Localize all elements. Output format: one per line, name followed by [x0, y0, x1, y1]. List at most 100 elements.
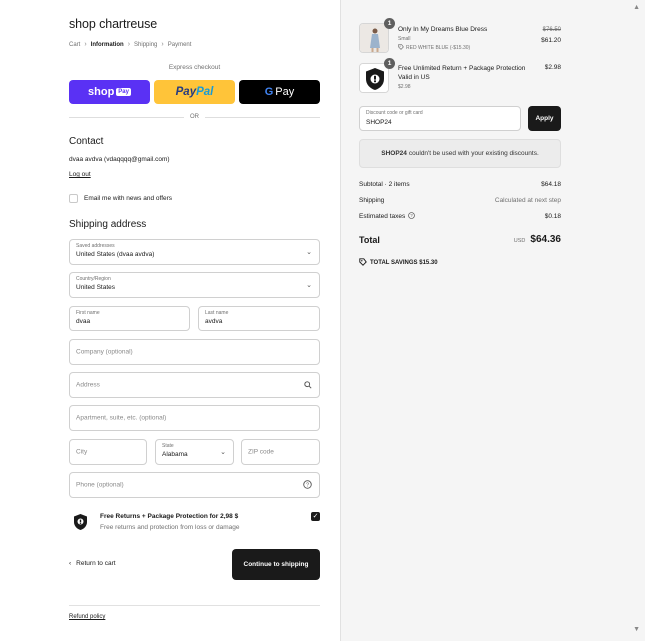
express-checkout-label: Express checkout	[168, 64, 221, 71]
breadcrumb-cart[interactable]: Cart	[69, 42, 80, 48]
chevron-right-icon: ›	[84, 41, 87, 48]
product-thumbnail-protection	[359, 63, 389, 93]
total-savings: TOTAL SAVINGS $15.30	[359, 258, 438, 268]
chevron-right-icon: ›	[127, 41, 131, 48]
shipping-row: Shipping Calculated at next step	[359, 197, 561, 204]
tag-icon	[359, 258, 367, 268]
breadcrumb-payment: Payment	[167, 41, 192, 48]
total-value: $64.36	[530, 234, 561, 245]
scroll-up-arrow-icon[interactable]: ▲	[633, 4, 640, 11]
chevron-down-icon: ⌄	[306, 282, 312, 289]
quantity-badge: 1	[384, 58, 395, 69]
total-row: Total USD $64.36	[359, 234, 561, 245]
shipping-label: Shipping	[359, 197, 385, 204]
subtotal-label: Subtotal · 2 items	[359, 181, 410, 188]
newsletter-checkbox[interactable]	[69, 194, 78, 203]
continue-to-shipping-button[interactable]: Continue to shipping	[232, 549, 320, 580]
item-title: Only In My Dreams Blue Dress	[398, 26, 488, 33]
country-label: Country/Region	[76, 276, 111, 282]
tag-icon	[398, 44, 404, 52]
phone-field[interactable]: Phone (optional) ?	[69, 472, 320, 498]
address-field[interactable]: Address	[69, 372, 320, 398]
item-discount-code: RED WHITE BLUE (-$15.30)	[406, 45, 471, 51]
item-variant: $2.98	[398, 84, 411, 90]
item-variant: Small	[398, 36, 411, 42]
state-select[interactable]: State Alabama ⌄	[155, 439, 234, 465]
paypal-button[interactable]: Pay Pal	[154, 80, 235, 104]
discount-code-input[interactable]: Discount code or gift card SHOP24	[359, 106, 521, 131]
total-label: Total	[359, 234, 380, 245]
last-name-value: avdva	[205, 318, 223, 325]
footer-divider	[69, 605, 320, 606]
protection-subtitle: Free returns and protection from loss or…	[100, 524, 240, 531]
company-field[interactable]: Company (optional)	[69, 339, 320, 365]
store-name[interactable]: shop chartreuse	[69, 17, 157, 31]
newsletter-label: Email me with news and offers	[84, 195, 173, 202]
apartment-placeholder: Apartment, suite, etc. (optional)	[76, 414, 167, 422]
paypal-text-a: Pay	[175, 86, 197, 98]
subtotal-value: $64.18	[541, 181, 561, 188]
scroll-down-arrow-icon[interactable]: ▼	[633, 626, 640, 633]
saved-addresses-value: United States (dvaa avdva)	[76, 251, 155, 258]
return-to-cart-link[interactable]: ‹ Return to cart	[69, 560, 116, 567]
zip-placeholder: ZIP code	[248, 448, 274, 456]
city-field[interactable]: City	[69, 439, 147, 465]
first-name-field[interactable]: First name dvaa	[69, 306, 190, 331]
info-icon[interactable]: ?	[408, 212, 416, 221]
apply-button[interactable]: Apply	[528, 106, 561, 131]
item-discount: RED WHITE BLUE (-$15.30)	[398, 44, 470, 52]
express-buttons: shop Pay Pay Pal G Pay	[69, 80, 320, 104]
newsletter-option[interactable]: Email me with news and offers	[69, 194, 172, 203]
contact-heading: Contact	[69, 136, 104, 147]
notice-text: couldn't be used with your existing disc…	[408, 150, 539, 157]
return-to-cart-label: Return to cart	[76, 560, 116, 567]
last-name-field[interactable]: Last name avdva	[198, 306, 320, 331]
first-name-label: First name	[76, 310, 100, 316]
or-divider: OR	[69, 113, 320, 121]
paypal-text-b: Pal	[196, 86, 214, 98]
subtotal-row: Subtotal · 2 items $64.18	[359, 181, 561, 188]
first-name-value: dvaa	[76, 318, 91, 325]
svg-text:?: ?	[411, 213, 414, 218]
zip-field[interactable]: ZIP code	[241, 439, 320, 465]
discount-code-value: SHOP24	[366, 119, 392, 126]
country-select[interactable]: Country/Region United States ⌄	[69, 272, 320, 298]
refund-policy-link[interactable]: Refund policy	[69, 614, 105, 620]
discount-error-notice: SHOP24 couldn't be used with your existi…	[359, 139, 561, 168]
state-value: Alabama	[162, 451, 188, 458]
currency-code: USD	[513, 238, 526, 244]
original-price: $76.50	[542, 27, 561, 33]
protection-checkbox[interactable]: ✓	[311, 512, 320, 521]
google-g-icon: G	[264, 86, 274, 98]
address-placeholder: Address	[76, 381, 100, 389]
city-placeholder: City	[76, 448, 88, 456]
google-pay-text: Pay	[275, 86, 295, 98]
taxes-value: $0.18	[544, 213, 561, 220]
chevron-down-icon: ⌄	[220, 449, 226, 456]
taxes-label: Estimated taxes	[359, 213, 406, 220]
shop-pay-button[interactable]: shop Pay	[69, 80, 150, 104]
protection-image	[360, 64, 388, 92]
total-savings-text: TOTAL SAVINGS $15.30	[370, 260, 438, 266]
shop-pay-badge: Pay	[116, 88, 131, 96]
taxes-row: Estimated taxes ? $0.18	[359, 212, 561, 221]
google-pay-button[interactable]: G Pay	[239, 80, 320, 104]
saved-addresses-select[interactable]: Saved addresses United States (dvaa avdv…	[69, 239, 320, 265]
shop-pay-text: shop	[88, 86, 115, 98]
divider-line	[205, 116, 320, 118]
quantity-badge: 1	[384, 18, 395, 29]
protection-option[interactable]: Free Returns + Package Protection for 2,…	[69, 510, 320, 536]
or-text: OR	[190, 114, 199, 120]
breadcrumb: Cart › Information › Shipping › Payment	[69, 41, 191, 48]
help-icon[interactable]: ?	[303, 476, 312, 494]
saved-addresses-label: Saved addresses	[76, 243, 115, 249]
shipping-value: Calculated at next step	[494, 197, 561, 204]
taxes-label-wrap: Estimated taxes ?	[359, 212, 416, 221]
logout-link[interactable]: Log out	[69, 171, 91, 178]
discount-code-label: Discount code or gift card	[366, 110, 423, 116]
shipping-heading: Shipping address	[69, 219, 147, 230]
contact-email: dvaa avdva (vdaqqqq@gmail.com)	[69, 156, 170, 163]
dress-image	[360, 24, 388, 52]
chevron-down-icon: ⌄	[306, 249, 312, 256]
apartment-field[interactable]: Apartment, suite, etc. (optional)	[69, 405, 320, 431]
